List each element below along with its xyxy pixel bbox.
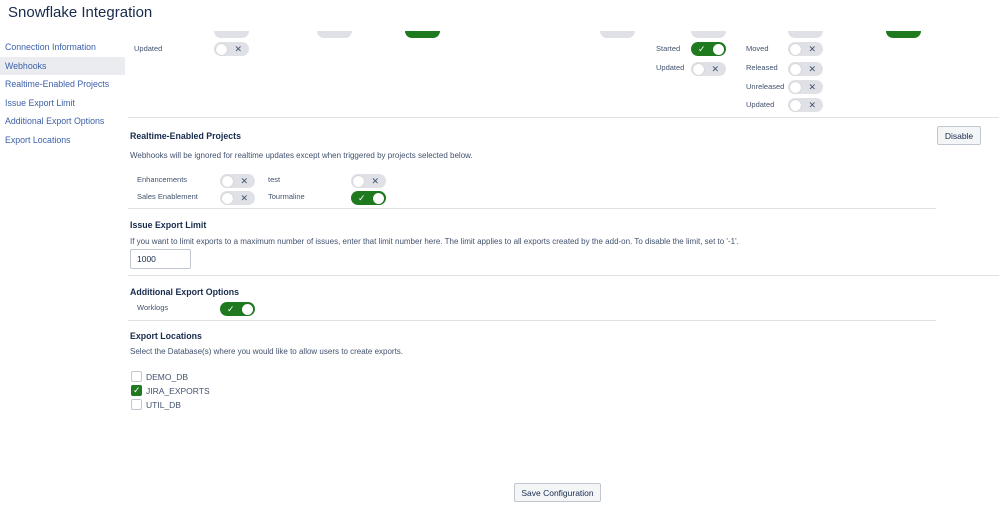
- check-icon: ✓: [698, 44, 706, 54]
- webhook-toggle-partial[interactable]: [317, 31, 352, 38]
- section-divider: [128, 275, 999, 276]
- option-label: Worklogs: [137, 303, 169, 312]
- section-divider: [128, 320, 936, 321]
- sidebar-item-connection-information[interactable]: Connection Information: [0, 38, 125, 57]
- sidebar-item-export-locations[interactable]: Export Locations: [0, 131, 125, 150]
- checkbox[interactable]: ✓: [131, 385, 142, 396]
- sidebar-item-webhooks[interactable]: Webhooks: [0, 56, 125, 75]
- project-label: test: [268, 175, 281, 184]
- toggle-knob: [222, 192, 233, 204]
- section-divider: [128, 117, 999, 118]
- webhook-label: Updated: [746, 100, 775, 109]
- checkbox[interactable]: [131, 399, 142, 410]
- database-option[interactable]: UTIL_DB: [131, 398, 181, 411]
- export-limit-input[interactable]: [130, 249, 191, 269]
- sidebar: Connection Information Webhooks Realtime…: [0, 38, 125, 149]
- webhook-toggle[interactable]: ✕: [691, 62, 726, 76]
- webhook-toggle[interactable]: ✕: [788, 62, 823, 76]
- toggle-knob: [790, 43, 801, 55]
- webhook-toggle[interactable]: ✕: [214, 42, 249, 56]
- check-icon: ✓: [133, 385, 141, 395]
- close-icon: ✕: [240, 176, 248, 186]
- section-title: Export Locations: [130, 331, 202, 341]
- section-description: If you want to limit exports to a maximu…: [130, 237, 739, 246]
- webhook-toggle-partial[interactable]: [691, 31, 726, 38]
- check-icon: ✓: [358, 193, 366, 203]
- webhook-label: Updated: [134, 44, 163, 53]
- close-icon: ✕: [711, 64, 719, 74]
- sidebar-item-issue-export-limit[interactable]: Issue Export Limit: [0, 94, 125, 113]
- section-title: Issue Export Limit: [130, 220, 207, 230]
- webhook-toggle[interactable]: ✕: [788, 80, 823, 94]
- project-toggle[interactable]: ✕: [351, 174, 386, 188]
- close-icon: ✕: [371, 176, 379, 186]
- project-label: Tourmaline: [268, 192, 305, 201]
- webhook-toggle-partial[interactable]: [405, 31, 440, 38]
- toggle-knob: [713, 43, 724, 55]
- close-icon: ✕: [234, 44, 242, 54]
- toggle-knob: [353, 175, 364, 187]
- database-label: DEMO_DB: [146, 371, 189, 382]
- toggle-knob: [216, 43, 227, 55]
- webhook-toggle-partial[interactable]: [788, 31, 823, 38]
- webhook-label: Started: [656, 44, 681, 53]
- section-description: Webhooks will be ignored for realtime up…: [130, 151, 473, 160]
- project-toggle[interactable]: ✕: [220, 174, 255, 188]
- close-icon: ✕: [808, 82, 816, 92]
- section-title: Realtime-Enabled Projects: [130, 131, 241, 141]
- webhook-toggle[interactable]: ✕: [788, 42, 823, 56]
- app-title: Snowflake Integration: [8, 4, 153, 21]
- webhook-toggle[interactable]: ✕: [788, 98, 823, 112]
- disable-button[interactable]: Disable: [937, 126, 981, 145]
- close-icon: ✕: [808, 64, 816, 74]
- toggle-knob: [242, 303, 253, 315]
- webhook-toggle-partial[interactable]: [600, 31, 635, 38]
- close-icon: ✕: [240, 193, 248, 203]
- webhook-toggle[interactable]: ✓: [691, 42, 726, 56]
- worklogs-toggle[interactable]: ✓: [220, 302, 255, 316]
- webhook-toggle-partial[interactable]: [886, 31, 921, 38]
- database-label: UTIL_DB: [146, 399, 181, 410]
- toggle-knob: [373, 192, 384, 204]
- project-label: Sales Enablement: [137, 192, 198, 201]
- database-option[interactable]: DEMO_DB: [131, 370, 188, 383]
- section-title: Additional Export Options: [130, 287, 239, 297]
- checkbox[interactable]: [131, 371, 142, 382]
- project-label: Enhancements: [137, 175, 188, 184]
- section-description: Select the Database(s) where you would l…: [130, 347, 404, 356]
- database-option[interactable]: ✓ JIRA_EXPORTS: [131, 384, 210, 397]
- sidebar-item-additional-export-options[interactable]: Additional Export Options: [0, 112, 125, 131]
- toggle-knob: [790, 81, 801, 93]
- close-icon: ✕: [808, 100, 816, 110]
- webhook-label: Moved: [746, 44, 769, 53]
- webhook-toggle-partial[interactable]: [214, 31, 249, 38]
- webhook-label: Released: [746, 63, 778, 72]
- toggle-knob: [790, 99, 801, 111]
- section-divider: [128, 208, 936, 209]
- project-toggle[interactable]: ✓: [351, 191, 386, 205]
- toggle-knob: [222, 175, 233, 187]
- close-icon: ✕: [808, 44, 816, 54]
- toggle-knob: [693, 63, 704, 75]
- toggle-knob: [790, 63, 801, 75]
- webhook-label: Unreleased: [746, 82, 785, 91]
- check-icon: ✓: [227, 304, 235, 314]
- sidebar-item-realtime-enabled-projects[interactable]: Realtime-Enabled Projects: [0, 75, 125, 94]
- database-label: JIRA_EXPORTS: [146, 385, 210, 396]
- save-configuration-button[interactable]: Save Configuration: [514, 483, 601, 502]
- project-toggle[interactable]: ✕: [220, 191, 255, 205]
- webhook-label: Updated: [656, 63, 685, 72]
